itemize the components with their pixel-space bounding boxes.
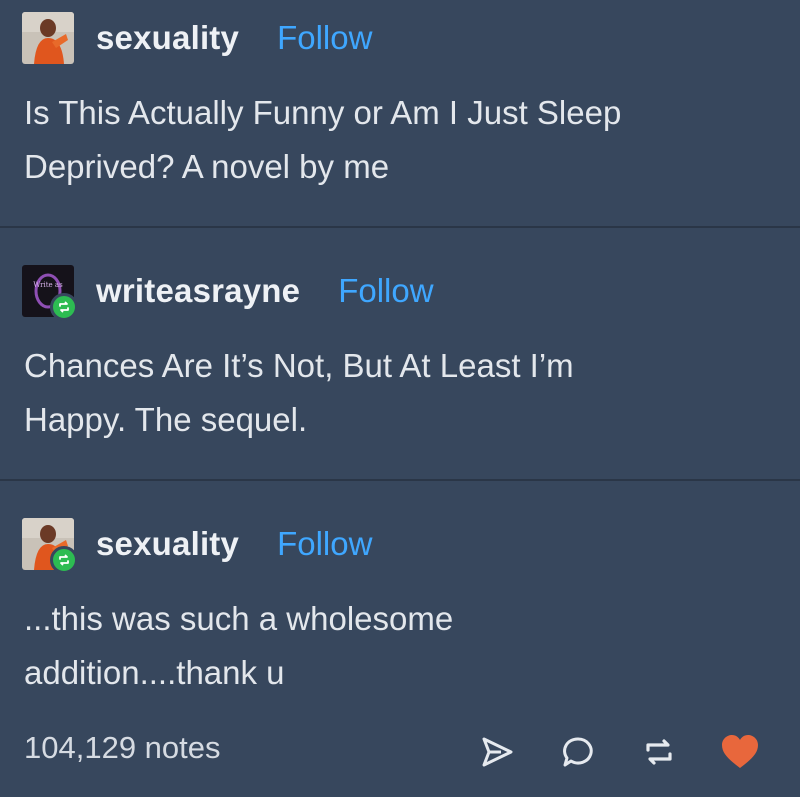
reblog-badge-icon — [50, 546, 78, 574]
like-icon[interactable] — [718, 730, 762, 774]
avatar[interactable] — [22, 12, 74, 64]
notes-count[interactable]: 104,129 notes — [24, 730, 221, 766]
username[interactable]: sexuality — [96, 19, 239, 57]
post-text: Chances Are It’s Not, But At Least I’m H… — [24, 347, 574, 438]
avatar[interactable]: Write as — [22, 265, 78, 321]
divider — [0, 479, 800, 481]
reblog-badge-icon — [50, 293, 78, 321]
follow-button[interactable]: Follow — [277, 19, 372, 57]
post-3: sexuality Follow ...this was such a whol… — [0, 516, 800, 716]
post-header: Write as writeasrayne Follow — [22, 263, 434, 321]
post-text: ...this was such a wholesome addition...… — [24, 600, 454, 691]
post-footer: 104,129 notes — [0, 722, 800, 782]
post-2: Write as writeasrayne Follow Chances Are… — [0, 263, 800, 473]
divider — [0, 226, 800, 228]
follow-button[interactable]: Follow — [277, 525, 372, 563]
post-header: sexuality Follow — [22, 516, 372, 574]
post-text: Is This Actually Funny or Am I Just Slee… — [24, 94, 622, 185]
post-header: sexuality Follow — [22, 10, 372, 66]
share-icon[interactable] — [475, 730, 519, 774]
action-bar — [475, 730, 762, 774]
post-1: sexuality Follow Is This Actually Funny … — [0, 10, 800, 220]
avatar[interactable] — [22, 518, 78, 574]
reblog-icon[interactable] — [637, 730, 681, 774]
username[interactable]: sexuality — [96, 525, 239, 563]
username[interactable]: writeasrayne — [96, 272, 300, 310]
follow-button[interactable]: Follow — [338, 272, 433, 310]
svg-text:Write as: Write as — [33, 281, 63, 289]
reply-icon[interactable] — [556, 730, 600, 774]
